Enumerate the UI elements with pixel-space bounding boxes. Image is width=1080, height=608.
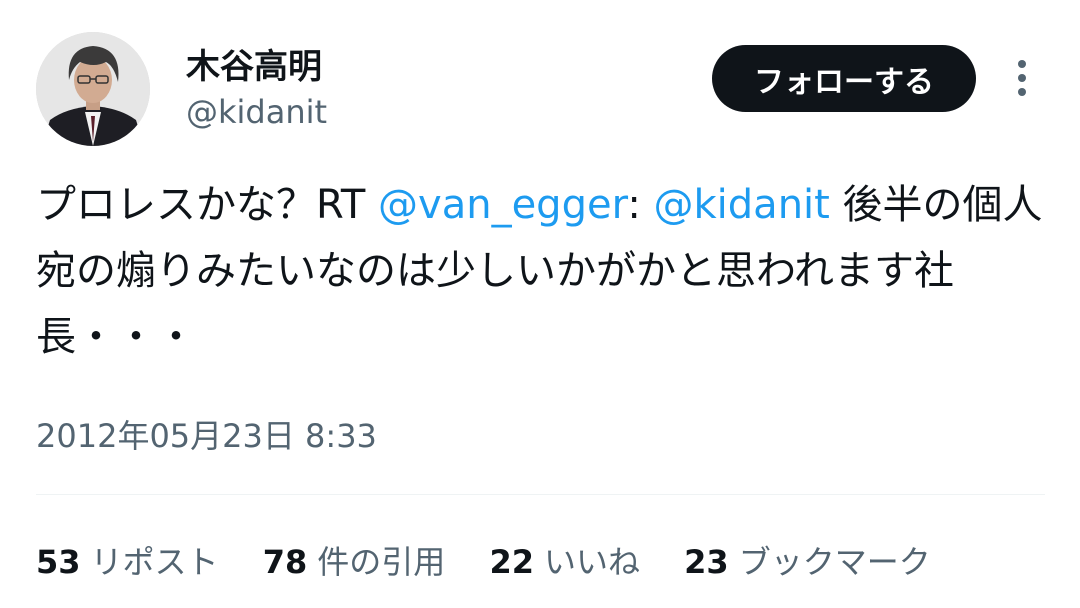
- tweet-text-segment: プロレスかな？RT: [36, 182, 379, 228]
- like-stat[interactable]: 22 いいね: [489, 534, 640, 590]
- engagement-stats: 53 リポスト 78 件の引用 22 いいね 23 ブックマーク: [36, 534, 965, 590]
- stat-count: 22: [489, 543, 534, 581]
- mention-link[interactable]: @kidanit: [654, 182, 830, 228]
- quote-stat[interactable]: 78 件の引用: [263, 534, 446, 590]
- stat-label: ブックマーク: [738, 543, 931, 581]
- follow-button[interactable]: フォローする: [712, 45, 976, 112]
- stat-label: 件の引用: [317, 543, 446, 581]
- display-name[interactable]: 木谷高明: [186, 44, 322, 90]
- tweet-timestamp[interactable]: 2012年05月23日 8:33: [36, 412, 377, 460]
- bookmark-stat[interactable]: 23 ブックマーク: [684, 534, 931, 590]
- stat-count: 53: [36, 543, 81, 581]
- more-options-button[interactable]: [1004, 56, 1040, 102]
- user-handle[interactable]: @kidanit: [186, 90, 327, 134]
- repost-stat[interactable]: 53 リポスト: [36, 534, 219, 590]
- tweet-text: プロレスかな？RT @van_egger: @kidanit 後半の個人宛の煽り…: [36, 172, 1046, 370]
- avatar[interactable]: [36, 32, 150, 146]
- avatar-image: [36, 32, 150, 146]
- vertical-ellipsis-icon: [1018, 60, 1026, 96]
- divider: [36, 494, 1045, 495]
- stat-label: いいね: [543, 543, 640, 581]
- stat-label: リポスト: [90, 543, 219, 581]
- tweet-text-segment: :: [627, 182, 654, 228]
- stat-count: 78: [262, 543, 308, 581]
- mention-link[interactable]: @van_egger: [378, 182, 627, 228]
- follow-button-label: フォローする: [754, 64, 934, 100]
- stat-count: 23: [684, 543, 729, 581]
